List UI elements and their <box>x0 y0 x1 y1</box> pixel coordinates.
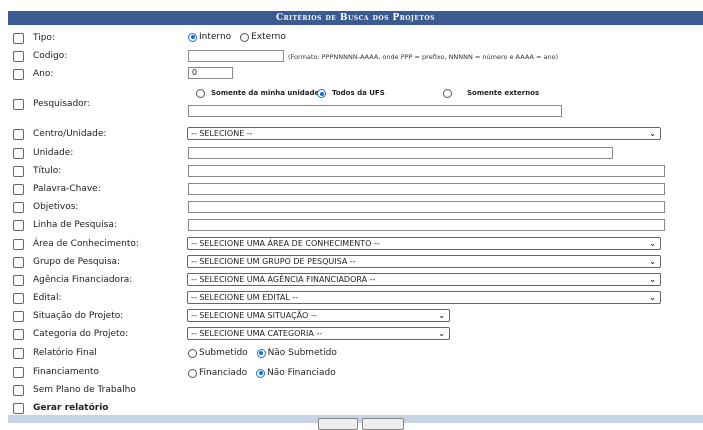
edital-label: Edital: <box>33 293 62 303</box>
objetivos-checkbox[interactable] <box>13 202 24 213</box>
buscar-button[interactable] <box>318 418 358 430</box>
chevron-down-icon: ⌄ <box>649 129 656 138</box>
area-checkbox[interactable] <box>13 239 24 250</box>
codigo-input[interactable] <box>188 50 284 62</box>
categoria-select[interactable]: -- SELECIONE UMA CATEGORIA -- ⌄ <box>187 327 450 340</box>
titulo-checkbox[interactable] <box>13 166 24 177</box>
pesq-minha-unidade-label: Somente da minha unidade <box>211 89 320 97</box>
relatorio-submetido-radio[interactable] <box>188 348 197 358</box>
objetivos-input[interactable] <box>188 201 665 213</box>
pesq-externos-radio[interactable] <box>443 89 452 98</box>
relatorio-nao-submetido-label: Não Submetido <box>267 348 337 358</box>
codigo-label: Codigo: <box>33 51 68 61</box>
pesquisador-checkbox[interactable] <box>13 99 24 110</box>
relatorio-nao-submetido-radio[interactable] <box>256 348 266 358</box>
categoria-label: Categoria do Projeto: <box>33 329 129 339</box>
palavra-chave-input[interactable] <box>188 183 665 195</box>
situacao-select-value: -- SELECIONE UMA SITUAÇÃO -- <box>191 311 317 320</box>
gerar-relatorio-label: Gerar relatório <box>33 403 109 413</box>
edital-select-value: -- SELECIONE UM EDITAL -- <box>191 293 299 302</box>
area-label: Área de Conhecimento: <box>33 239 139 249</box>
ano-label: Ano: <box>33 69 54 79</box>
financiamento-nao-financiado-radio[interactable] <box>256 368 266 378</box>
relatorio-checkbox[interactable] <box>13 348 24 359</box>
form-title: Critérios de Busca dos Projetos <box>8 11 703 25</box>
agencia-select-value: -- SELECIONE UMA AGÊNCIA FINANCIADORA -- <box>191 275 376 284</box>
area-select[interactable]: -- SELECIONE UMA ÁREA DE CONHECIMENTO --… <box>187 237 661 250</box>
tipo-externo-radio[interactable] <box>240 32 250 42</box>
financiamento-radio-group: Financiado Não Financiado <box>188 368 342 379</box>
cancelar-button[interactable] <box>362 418 404 430</box>
categoria-checkbox[interactable] <box>13 329 24 340</box>
centro-checkbox[interactable] <box>13 129 24 140</box>
relatorio-label: Relatório Final <box>33 348 97 358</box>
linha-label: Linha de Pesquisa: <box>33 220 117 230</box>
financiamento-financiado-radio[interactable] <box>188 368 197 378</box>
tipo-radio-group: Interno Externo <box>188 32 292 43</box>
agencia-select[interactable]: -- SELECIONE UMA AGÊNCIA FINANCIADORA --… <box>187 273 661 286</box>
tipo-checkbox[interactable] <box>13 33 24 44</box>
chevron-down-icon: ⌄ <box>649 293 656 302</box>
unidade-checkbox[interactable] <box>13 148 24 159</box>
chevron-down-icon: ⌄ <box>649 239 656 248</box>
pesq-todos-ufs-label: Todos da UFS <box>332 89 385 97</box>
grupo-select[interactable]: -- SELECIONE UM GRUPO DE PESQUISA -- ⌄ <box>187 255 661 268</box>
tipo-interno-label: Interno <box>199 32 232 42</box>
ano-input[interactable]: 0 <box>188 67 233 79</box>
chevron-down-icon: ⌄ <box>649 257 656 266</box>
relatorio-radio-group: Submetido Não Submetido <box>188 348 343 359</box>
codigo-format-hint: (Formato: PPPNNNNN-AAAA, onde PPP = pref… <box>288 53 559 61</box>
grupo-label: Grupo de Pesquisa: <box>33 257 121 267</box>
financiamento-label: Financiamento <box>33 367 99 377</box>
linha-input[interactable] <box>188 219 665 231</box>
chevron-down-icon: ⌄ <box>438 311 445 320</box>
financiamento-nao-financiado-label: Não Financiado <box>267 368 336 378</box>
pesq-externos-label: Somente externos <box>467 89 540 97</box>
categoria-select-value: -- SELECIONE UMA CATEGORIA -- <box>191 329 323 338</box>
titulo-label: Título: <box>33 166 62 176</box>
pesq-minha-unidade-radio[interactable] <box>196 89 205 98</box>
linha-checkbox[interactable] <box>13 220 24 231</box>
tipo-label: Tipo: <box>33 33 55 43</box>
chevron-down-icon: ⌄ <box>649 275 656 284</box>
objetivos-label: Objetivos: <box>33 202 79 212</box>
agencia-checkbox[interactable] <box>13 275 24 286</box>
pesq-todos-ufs-radio[interactable] <box>317 89 326 98</box>
situacao-checkbox[interactable] <box>13 311 24 322</box>
unidade-label: Unidade: <box>33 148 74 158</box>
ano-checkbox[interactable] <box>13 69 24 80</box>
edital-checkbox[interactable] <box>13 293 24 304</box>
financiamento-checkbox[interactable] <box>13 367 24 378</box>
situacao-label: Situação do Projeto: <box>33 311 124 321</box>
situacao-select[interactable]: -- SELECIONE UMA SITUAÇÃO -- ⌄ <box>187 309 450 322</box>
codigo-checkbox[interactable] <box>13 51 24 62</box>
tipo-interno-radio[interactable] <box>188 32 197 42</box>
sem-plano-checkbox[interactable] <box>13 385 24 396</box>
palavra-chave-checkbox[interactable] <box>13 184 24 195</box>
grupo-checkbox[interactable] <box>13 257 24 268</box>
area-select-value: -- SELECIONE UMA ÁREA DE CONHECIMENTO -- <box>191 239 380 248</box>
centro-select[interactable]: -- SELECIONE -- ⌄ <box>187 127 661 140</box>
tipo-externo-label: Externo <box>251 32 286 42</box>
financiamento-financiado-label: Financiado <box>199 368 248 378</box>
titulo-input[interactable] <box>188 165 665 177</box>
sem-plano-label: Sem Plano de Trabalho <box>33 385 136 395</box>
centro-select-value: -- SELECIONE -- <box>191 129 253 138</box>
pesquisador-input[interactable] <box>188 105 562 117</box>
edital-select[interactable]: -- SELECIONE UM EDITAL -- ⌄ <box>187 291 661 304</box>
unidade-input[interactable] <box>188 147 613 159</box>
relatorio-submetido-label: Submetido <box>199 348 248 358</box>
pesquisador-label: Pesquisador: <box>33 99 91 109</box>
centro-label: Centro/Unidade: <box>33 129 107 139</box>
palavra-chave-label: Palavra-Chave: <box>33 184 101 194</box>
grupo-select-value: -- SELECIONE UM GRUPO DE PESQUISA -- <box>191 257 356 266</box>
gerar-relatorio-checkbox[interactable] <box>13 403 24 414</box>
agencia-label: Agência Financiadora: <box>33 275 133 285</box>
chevron-down-icon: ⌄ <box>438 329 445 338</box>
